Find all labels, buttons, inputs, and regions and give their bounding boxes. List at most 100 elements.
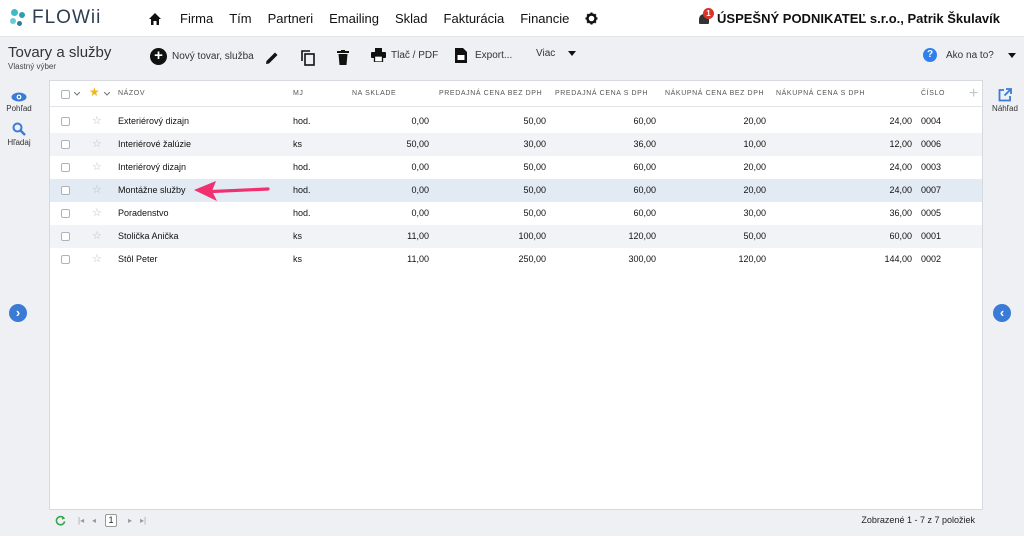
- row-checkbox[interactable]: [61, 255, 70, 264]
- table-row[interactable]: ☆ Interiérový dizajn hod. 0,00 50,00 60,00 20,…: [50, 156, 982, 179]
- column-header-buy-gross[interactable]: Nákupná cena s DPH: [776, 90, 865, 97]
- cell-sell-net: 50,00: [523, 116, 546, 126]
- page-subtitle[interactable]: Vlastný výber: [8, 62, 56, 71]
- top-navbar: FLOWii Firma Tím Partneri Emailing Sklad…: [0, 0, 1024, 37]
- right-sidebar: Náhľad ‹: [986, 79, 1024, 536]
- view-label: Pohľad: [6, 104, 32, 113]
- cell-sell-net: 30,00: [523, 139, 546, 149]
- table-row[interactable]: ☆ Interiérové žalúzie ks 50,00 30,00 36,00 10,…: [50, 133, 982, 156]
- nav-item-tim[interactable]: Tím: [229, 11, 251, 26]
- cell-buy-gross: 12,00: [889, 139, 912, 149]
- row-checkbox[interactable]: [61, 140, 70, 149]
- first-page-icon[interactable]: |◂: [78, 516, 84, 525]
- search-icon: [12, 122, 26, 136]
- nav-item-emailing[interactable]: Emailing: [329, 11, 379, 26]
- toolbar: Tovary a služby Vlastný výber + Nový tov…: [0, 37, 1024, 79]
- favorite-star-icon[interactable]: ☆: [92, 185, 102, 196]
- select-all-checkbox[interactable]: [61, 90, 70, 99]
- printer-icon: [371, 48, 386, 62]
- cell-stock: 0,00: [411, 185, 429, 195]
- cell-name: Stôl Peter: [118, 254, 158, 264]
- logo[interactable]: FLOWii: [8, 6, 101, 30]
- more-dropdown[interactable]: Viac: [536, 48, 577, 59]
- cell-number: 0003: [921, 162, 942, 172]
- page-title: Tovary a služby: [8, 44, 112, 61]
- favorite-star-icon[interactable]: ☆: [92, 162, 102, 173]
- column-header-buy-net[interactable]: Nákupná cena bez DPH: [665, 90, 764, 97]
- nav-item-firma[interactable]: Firma: [180, 11, 213, 26]
- bell-icon[interactable]: 1: [697, 7, 715, 26]
- chevron-down-icon[interactable]: [104, 92, 110, 96]
- row-checkbox[interactable]: [61, 232, 70, 241]
- favorite-star-icon[interactable]: ☆: [92, 139, 102, 150]
- edit-pencil-icon[interactable]: [265, 51, 279, 65]
- prev-page-icon[interactable]: ◂: [92, 516, 96, 525]
- highlight-arrow: [194, 181, 270, 201]
- favorite-star-icon[interactable]: ★: [89, 86, 100, 98]
- print-pdf-button[interactable]: Tlač / PDF: [371, 48, 438, 62]
- new-item-label: Nový tovar, služba: [172, 51, 254, 62]
- favorite-star-icon[interactable]: ☆: [92, 208, 102, 219]
- cell-unit: hod.: [293, 162, 311, 172]
- column-header-name[interactable]: Názov: [118, 90, 145, 97]
- home-icon[interactable]: [148, 12, 162, 26]
- cell-sell-net: 250,00: [518, 254, 546, 264]
- table-row[interactable]: ☆ Exteriérový dizajn hod. 0,00 50,00 60,00 20,…: [50, 110, 982, 133]
- copy-icon[interactable]: [301, 50, 315, 66]
- chevron-down-icon[interactable]: [74, 92, 80, 96]
- new-item-button[interactable]: + Nový tovar, služba: [150, 48, 254, 65]
- trash-icon[interactable]: [337, 50, 349, 65]
- export-label: Export...: [475, 50, 513, 61]
- cell-sell-gross: 60,00: [633, 185, 656, 195]
- table-header: ★ Názov MJ Na sklade Predajná cena bez D…: [50, 81, 982, 107]
- column-header-number[interactable]: Číslo: [921, 90, 945, 97]
- current-page-input[interactable]: 1: [105, 514, 117, 527]
- next-page-icon[interactable]: ▸: [128, 516, 132, 525]
- cell-stock: 11,00: [407, 254, 429, 264]
- row-checkbox[interactable]: [61, 163, 70, 172]
- column-header-sell-net[interactable]: Predajná cena bez DPH: [439, 90, 542, 97]
- cell-number: 0007: [921, 185, 942, 195]
- cell-unit: ks: [293, 254, 302, 264]
- help-button[interactable]: ? Ako na to?: [923, 48, 1016, 62]
- column-header-sell-gross[interactable]: Predajná cena s DPH: [555, 90, 648, 97]
- row-checkbox[interactable]: [61, 186, 70, 195]
- add-column-icon[interactable]: +: [969, 85, 978, 103]
- cell-unit: hod.: [293, 116, 311, 126]
- expand-right-panel-button[interactable]: ‹: [993, 304, 1011, 322]
- last-page-icon[interactable]: ▸|: [140, 516, 146, 525]
- company-account[interactable]: 1 ÚSPEŠNÝ PODNIKATEĽ s.r.o., Patrik Škul…: [697, 7, 1000, 26]
- preview-label: Náhľad: [992, 104, 1018, 113]
- cell-buy-net: 20,00: [743, 162, 766, 172]
- nav-item-fakturacia[interactable]: Fakturácia: [444, 11, 505, 26]
- preview-button[interactable]: Náhľad: [986, 88, 1024, 113]
- help-label: Ako na to?: [946, 49, 994, 61]
- favorite-star-icon[interactable]: ☆: [92, 254, 102, 265]
- cell-buy-gross: 24,00: [889, 185, 912, 195]
- nav-item-partneri[interactable]: Partneri: [268, 11, 314, 26]
- column-header-unit[interactable]: MJ: [293, 90, 304, 97]
- row-checkbox[interactable]: [61, 117, 70, 126]
- gear-icon[interactable]: [585, 12, 598, 25]
- cell-buy-gross: 24,00: [889, 162, 912, 172]
- search-button[interactable]: Hľadaj: [0, 122, 38, 147]
- cell-buy-net: 50,00: [743, 231, 766, 241]
- view-button[interactable]: Pohľad: [0, 92, 38, 113]
- favorite-star-icon[interactable]: ☆: [92, 231, 102, 242]
- table-row[interactable]: ☆ Stolička Anička ks 11,00 100,00 120,00 50,00…: [50, 225, 982, 248]
- export-button[interactable]: Export...: [455, 48, 512, 63]
- row-checkbox[interactable]: [61, 209, 70, 218]
- cell-buy-gross: 60,00: [889, 231, 912, 241]
- nav-item-financie[interactable]: Financie: [520, 11, 569, 26]
- favorite-star-icon[interactable]: ☆: [92, 116, 102, 127]
- cell-sell-net: 50,00: [523, 162, 546, 172]
- export-file-icon: [455, 48, 467, 63]
- refresh-icon[interactable]: [55, 515, 66, 526]
- column-header-stock[interactable]: Na sklade: [352, 90, 396, 97]
- help-icon: ?: [923, 48, 937, 62]
- nav-item-sklad[interactable]: Sklad: [395, 11, 428, 26]
- table-row[interactable]: ☆ Stôl Peter ks 11,00 250,00 300,00 120,00 144,…: [50, 248, 982, 271]
- items-table: ★ Názov MJ Na sklade Predajná cena bez D…: [49, 80, 983, 510]
- expand-left-panel-button[interactable]: ›: [9, 304, 27, 322]
- table-row[interactable]: ☆ Poradenstvo hod. 0,00 50,00 60,00 30,00 36,00…: [50, 202, 982, 225]
